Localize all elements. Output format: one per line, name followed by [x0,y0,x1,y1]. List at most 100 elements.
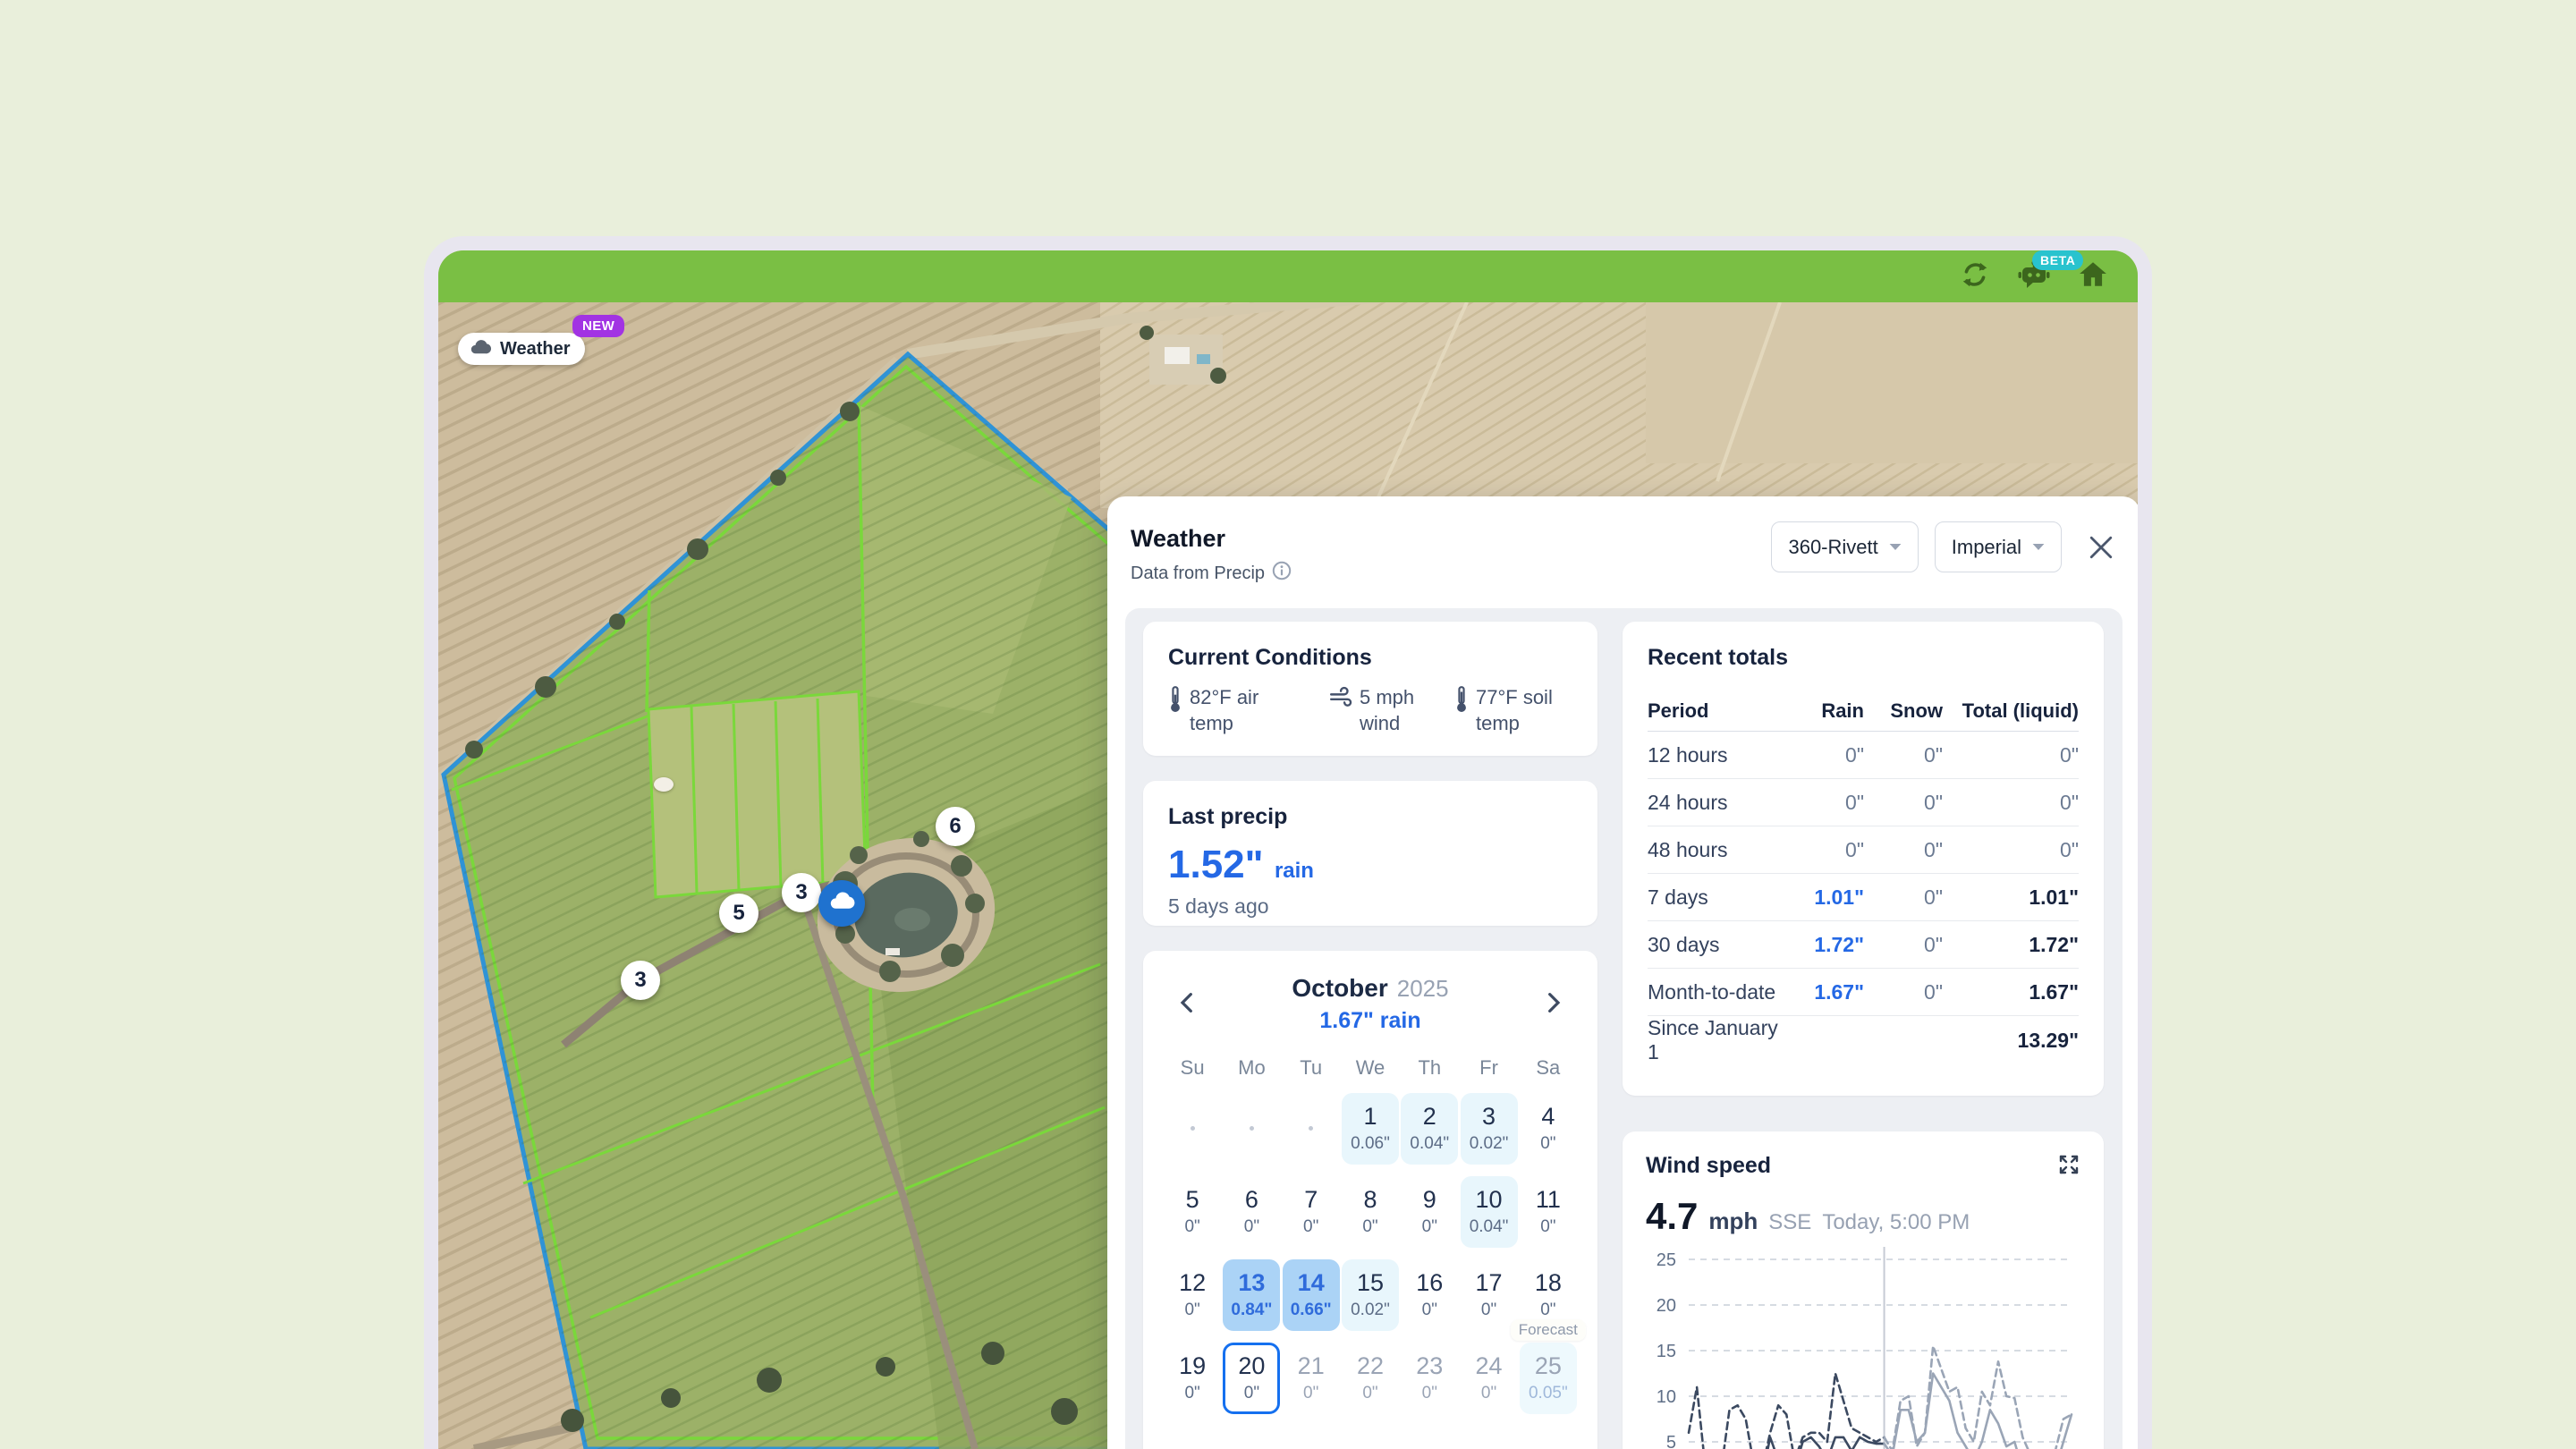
table-row: 7 days 1.01" 0" 1.01" [1648,874,2079,921]
app-window: BETA [424,236,2152,1449]
refresh-button[interactable] [1959,260,1991,292]
calendar-empty-cell [1223,1093,1280,1165]
marker-label: 3 [795,880,807,905]
calendar-day-14[interactable]: 140.66" [1283,1259,1340,1331]
day-precip-value: 0" [1540,1217,1555,1237]
last-precip-unit: rain [1275,859,1314,883]
marker-label: 6 [949,814,961,839]
weekday-label: Th [1400,1056,1459,1080]
calendar-day-6[interactable]: 60" [1223,1176,1280,1248]
field-selector-dropdown[interactable]: 360-Rivett [1771,521,1918,572]
day-precip-value: 0" [1362,1384,1377,1403]
air-temp-label: temp [1190,711,1258,737]
forecast-tag: Forecast [1511,1319,1586,1341]
day-precip-value: 0" [1422,1217,1437,1237]
calendar-day-31[interactable]: 31 [1461,1426,1518,1449]
current-conditions-card: Current Conditions 82°F air temp [1143,622,1597,756]
day-number: 9 [1423,1186,1436,1214]
field-marker-3a[interactable]: 3 [782,873,821,912]
table-row: 24 hours 0" 0" 0" [1648,779,2079,826]
calendar-day-11[interactable]: 110" [1520,1176,1577,1248]
weather-panel: Weather Data from Precip 360-Rivett Impe… [1107,496,2140,1449]
calendar-day-5[interactable]: 50" [1164,1176,1221,1248]
calendar-day-26[interactable]: 26 [1164,1426,1221,1449]
calendar-day-12[interactable]: 120" [1164,1259,1221,1331]
day-precip-value: 0" [1540,1134,1555,1154]
chevron-down-icon [2032,543,2045,551]
day-precip-value: 0" [1422,1384,1437,1403]
svg-text:10: 10 [1657,1387,1676,1407]
day-number: 4 [1541,1103,1555,1131]
calendar-day-19[interactable]: 190" [1164,1343,1221,1414]
calendar-day-15[interactable]: 150.02" [1342,1259,1399,1331]
day-precip-value: 0" [1184,1384,1199,1403]
calendar-day-10[interactable]: 100.04" [1461,1176,1518,1248]
air-temp-item: 82°F air temp [1168,685,1329,736]
table-row: 48 hours 0" 0" 0" [1648,826,2079,874]
recent-totals-card: Recent totals Period Rain Snow Total (li… [1623,622,2104,1096]
table-header-row: Period Rain Snow Total (liquid) [1648,691,2079,732]
wind-speed-card: Wind speed 4.7 mph SSE Today, 5:00 [1623,1131,2104,1449]
field-marker-5[interactable]: 5 [719,894,758,933]
chevron-right-icon [1547,992,1562,1013]
wind-speed-title: Wind speed [1646,1153,1771,1179]
calendar-day-13[interactable]: 130.84" [1223,1259,1280,1331]
day-precip-value: 0" [1540,1301,1555,1320]
calendar-day-3[interactable]: 30.02" [1461,1093,1518,1165]
calendar-day-1[interactable]: 10.06" [1342,1093,1399,1165]
last-precip-amount: 1.52" [1168,843,1264,886]
calendar-day-4[interactable]: 40" [1520,1093,1577,1165]
calendar-day-7[interactable]: 70" [1283,1176,1340,1248]
close-panel-button[interactable] [2083,530,2119,565]
day-number: 21 [1298,1352,1325,1380]
calendar-day-23[interactable]: 230" [1401,1343,1458,1414]
day-number: 14 [1298,1269,1325,1297]
calendar-day-20[interactable]: 200" [1223,1343,1280,1414]
calendar-prev-button[interactable] [1168,985,1204,1021]
weekday-label: Tu [1282,1056,1341,1080]
calendar-day-2[interactable]: 20.04" [1401,1093,1458,1165]
calendar-day-16[interactable]: 160" [1401,1259,1458,1331]
calendar-day-9[interactable]: 90" [1401,1176,1458,1248]
col-period: Period [1648,699,1785,723]
air-temp-value: 82°F air [1190,685,1258,711]
calendar-next-button[interactable] [1537,985,1572,1021]
soil-temp-label: temp [1476,711,1553,737]
day-precip-value: 0" [1184,1301,1199,1320]
day-number: 23 [1416,1352,1443,1380]
calendar-day-28[interactable]: 28 [1283,1426,1340,1449]
calendar-day-8[interactable]: 80" [1342,1176,1399,1248]
last-precip-ago: 5 days ago [1168,894,1572,919]
calendar-day-30[interactable]: 30 [1401,1426,1458,1449]
empty-day-dot [1309,1126,1313,1131]
soil-temp-value: 77°F soil [1476,685,1553,711]
home-button[interactable] [2077,260,2109,292]
calendar-day-29[interactable]: 29 [1342,1426,1399,1449]
wind-speed-unit: mph [1708,1208,1758,1235]
units-selector-dropdown[interactable]: Imperial [1935,521,2062,572]
wind-direction: SSE [1768,1210,1811,1235]
info-icon[interactable] [1272,561,1292,586]
day-number: 22 [1357,1352,1384,1380]
calendar-day-27[interactable]: 27 [1223,1426,1280,1449]
weather-layer-pill[interactable]: Weather NEW [458,333,585,365]
calendar-day-21[interactable]: 210" [1283,1343,1340,1414]
calendar-day-22[interactable]: 220" [1342,1343,1399,1414]
calendar-day-24[interactable]: 240" [1461,1343,1518,1414]
weather-station-marker[interactable] [818,880,865,927]
current-conditions-title: Current Conditions [1168,645,1572,671]
col-snow: Snow [1864,699,1943,723]
expand-icon[interactable] [2057,1153,2080,1181]
day-precip-value: 0" [1244,1217,1259,1237]
calendar-day-17[interactable]: 170" [1461,1259,1518,1331]
day-number: 19 [1179,1352,1206,1380]
thermometer-icon [1168,685,1182,718]
day-number: 12 [1179,1269,1206,1297]
calendar-day-25[interactable]: Forecast250.05" [1520,1343,1577,1414]
chat-assistant-button[interactable]: BETA [2018,260,2050,292]
soil-temp-item: 77°F soil temp [1454,685,1553,736]
field-marker-6[interactable]: 6 [936,807,975,846]
col-rain: Rain [1785,699,1864,723]
day-number: 3 [1482,1103,1496,1131]
field-marker-3b[interactable]: 3 [621,961,660,1000]
